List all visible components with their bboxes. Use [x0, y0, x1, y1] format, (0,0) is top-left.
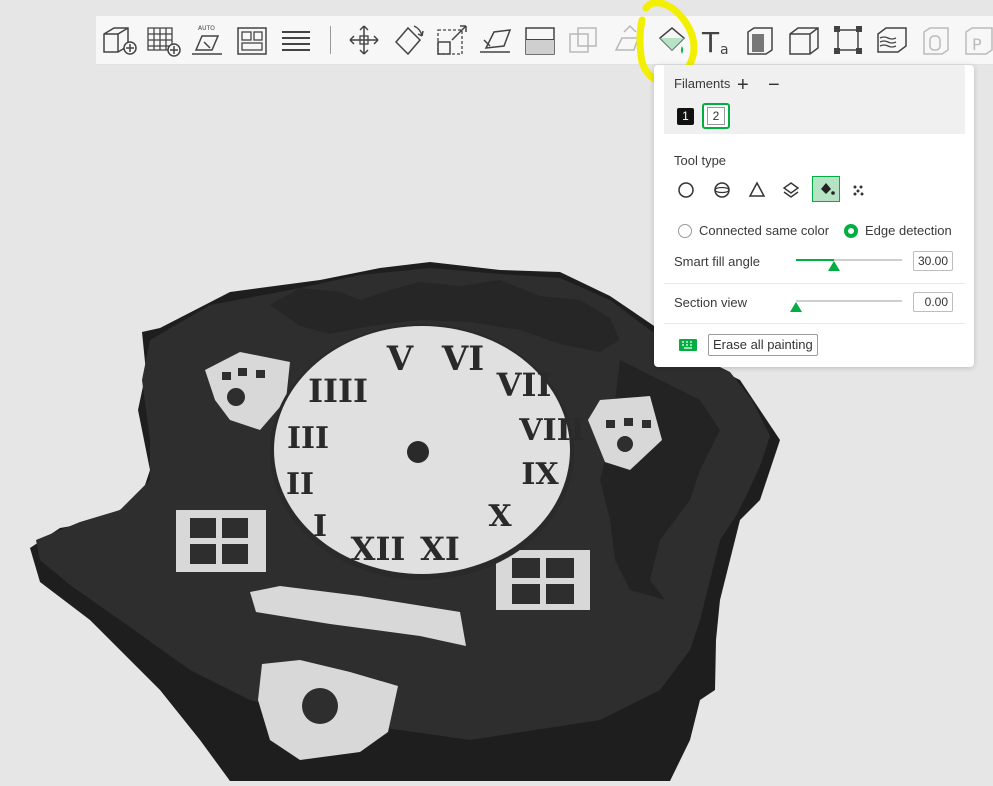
- smart-fill-angle-slider-thumb[interactable]: [828, 261, 840, 271]
- smart-fill-angle-label: Smart fill angle: [674, 254, 760, 269]
- color-painting-panel: Filaments + − 1 2 Tool type Connected sa…: [654, 65, 974, 367]
- panel-divider: [664, 283, 965, 284]
- connected-same-color-label: Connected same color: [699, 223, 830, 238]
- smart-fill-angle-input[interactable]: 30.00: [913, 251, 953, 271]
- erase-all-painting-button[interactable]: Erase all painting: [708, 334, 818, 356]
- section-view-input[interactable]: 0.00: [913, 292, 953, 312]
- edge-detection-radio[interactable]: [844, 224, 858, 238]
- section-view-slider[interactable]: [796, 300, 902, 302]
- gap-fill-tool-icon[interactable]: [847, 178, 871, 202]
- filament-slot-2-label: 2: [707, 107, 725, 125]
- connected-same-color-radio[interactable]: [678, 224, 692, 238]
- keyboard-icon[interactable]: [678, 338, 698, 352]
- sphere-tool-icon[interactable]: [710, 178, 734, 202]
- section-view-slider-thumb[interactable]: [790, 302, 802, 312]
- tool-type-label: Tool type: [674, 153, 727, 168]
- panel-divider-2: [664, 323, 965, 324]
- edge-detection-label: Edge detection: [865, 223, 952, 238]
- filament-slot-2[interactable]: 2: [702, 103, 730, 129]
- section-view-label: Section view: [674, 295, 747, 310]
- remove-filament-button[interactable]: −: [768, 75, 780, 95]
- triangle-tool-icon[interactable]: [745, 178, 769, 202]
- fill-tool-icon[interactable]: [812, 176, 840, 202]
- circle-tool-icon[interactable]: [674, 178, 698, 202]
- add-filament-button[interactable]: +: [737, 75, 749, 95]
- filaments-section: Filaments + − 1 2: [664, 65, 965, 134]
- filament-slot-1[interactable]: 1: [677, 108, 694, 125]
- height-range-tool-icon[interactable]: [779, 178, 803, 202]
- filaments-label: Filaments: [674, 76, 731, 91]
